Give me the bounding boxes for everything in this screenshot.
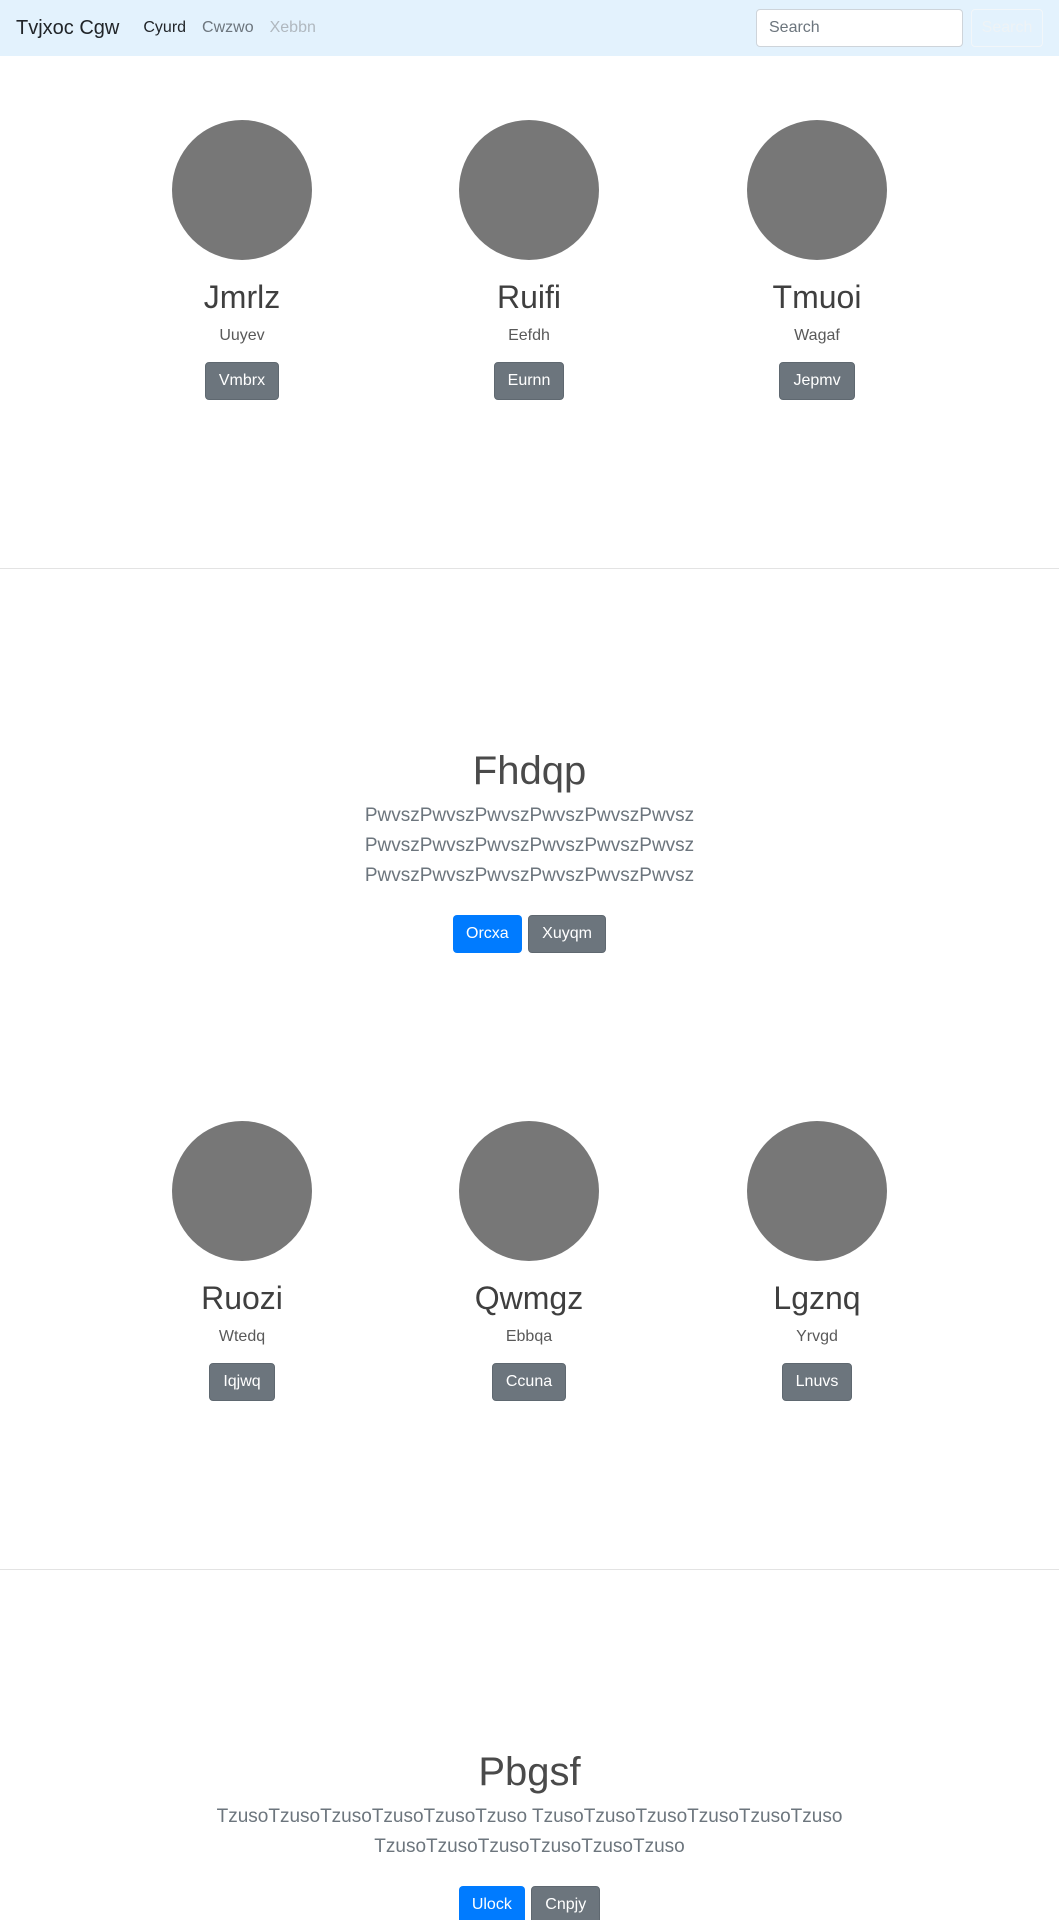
- hero-buttons: Orcxa Xuyqm: [0, 915, 1059, 953]
- nav-link-xebbn: Xebbn: [269, 19, 316, 36]
- team-member-card: Lgznq Yrvgd Lnuvs: [673, 1121, 961, 1401]
- member-name: Tmuoi: [772, 279, 862, 315]
- member-role: Eefdh: [508, 327, 550, 344]
- top-navbar: Tvjxoc Cgw Cyurd Cwzwo Xebbn Search: [0, 0, 1059, 56]
- member-button[interactable]: Iqjwq: [209, 1363, 275, 1401]
- team-member-card: Qwmgz Ebbqa Ccuna: [385, 1121, 673, 1401]
- team-member-card: Jmrlz Uuyev Vmbrx: [98, 120, 386, 400]
- primary-button[interactable]: Orcxa: [453, 915, 522, 953]
- secondary-button[interactable]: Cnpjy: [531, 1886, 601, 1920]
- team-member-card: Tmuoi Wagaf Jepmv: [673, 120, 961, 400]
- section-divider: [0, 568, 1059, 569]
- member-button[interactable]: Eurnn: [493, 362, 565, 400]
- member-button[interactable]: Vmbrx: [204, 362, 280, 400]
- hero-buttons: Ulock Cnpjy: [0, 1886, 1059, 1920]
- hero-text-line: TzusoTzusoTzusoTzusoTzusoTzuso: [374, 1836, 685, 1857]
- avatar: [172, 1121, 312, 1261]
- avatar: [459, 120, 599, 260]
- hero-text-line: PwvszPwvszPwvszPwvszPwvszPwvsz: [364, 835, 695, 856]
- member-button[interactable]: Ccuna: [491, 1363, 567, 1401]
- secondary-button[interactable]: Xuyqm: [528, 915, 606, 953]
- member-button[interactable]: Lnuvs: [781, 1363, 853, 1401]
- search-input[interactable]: [756, 9, 963, 47]
- avatar: [747, 1121, 887, 1261]
- member-role: Ebbqa: [505, 1328, 553, 1345]
- member-name: Jmrlz: [203, 279, 281, 315]
- member-role: Yrvgd: [796, 1328, 838, 1345]
- primary-button[interactable]: Ulock: [458, 1886, 525, 1920]
- avatar: [172, 120, 312, 260]
- section-divider: [0, 1569, 1059, 1570]
- hero-text-line: PwvszPwvszPwvszPwvszPwvszPwvsz: [364, 805, 695, 826]
- hero-title: Pbgsf: [478, 1750, 581, 1794]
- hero-text-line: TzusoTzusoTzusoTzusoTzusoTzuso TzusoTzus…: [216, 1806, 843, 1827]
- member-name: Lgznq: [773, 1280, 861, 1316]
- member-button[interactable]: Jepmv: [779, 362, 855, 400]
- hero-text-line: PwvszPwvszPwvszPwvszPwvszPwvsz: [364, 865, 695, 886]
- nav-link-cwzwo[interactable]: Cwzwo: [202, 19, 254, 37]
- member-name: Ruifi: [496, 279, 561, 315]
- hero-title: Fhdqp: [472, 749, 587, 793]
- member-role: Uuyev: [219, 327, 265, 344]
- nav-link-cyurd[interactable]: Cyurd: [143, 19, 186, 37]
- hero-text: TzusoTzusoTzusoTzusoTzusoTzuso TzusoTzus…: [0, 1802, 1059, 1862]
- member-role: Wtedq: [218, 1328, 266, 1345]
- member-name: Qwmgz: [474, 1280, 584, 1316]
- member-name: Ruozi: [201, 1280, 283, 1316]
- brand-link[interactable]: Tvjxoc Cgw: [16, 17, 119, 40]
- hero-section-1: Fhdqp PwvszPwvszPwvszPwvszPwvszPwvsz Pwv…: [0, 747, 1059, 953]
- member-role: Wagaf: [794, 327, 840, 344]
- avatar: [747, 120, 887, 260]
- team-member-card: Ruifi Eefdh Eurnn: [385, 120, 673, 400]
- avatar: [459, 1121, 599, 1261]
- hero-text: PwvszPwvszPwvszPwvszPwvszPwvsz PwvszPwvs…: [0, 801, 1059, 891]
- team-member-card: Ruozi Wtedq Iqjwq: [98, 1121, 386, 1401]
- search-button[interactable]: Search: [971, 9, 1043, 47]
- hero-section-2: Pbgsf TzusoTzusoTzusoTzusoTzusoTzuso Tzu…: [0, 1748, 1059, 1920]
